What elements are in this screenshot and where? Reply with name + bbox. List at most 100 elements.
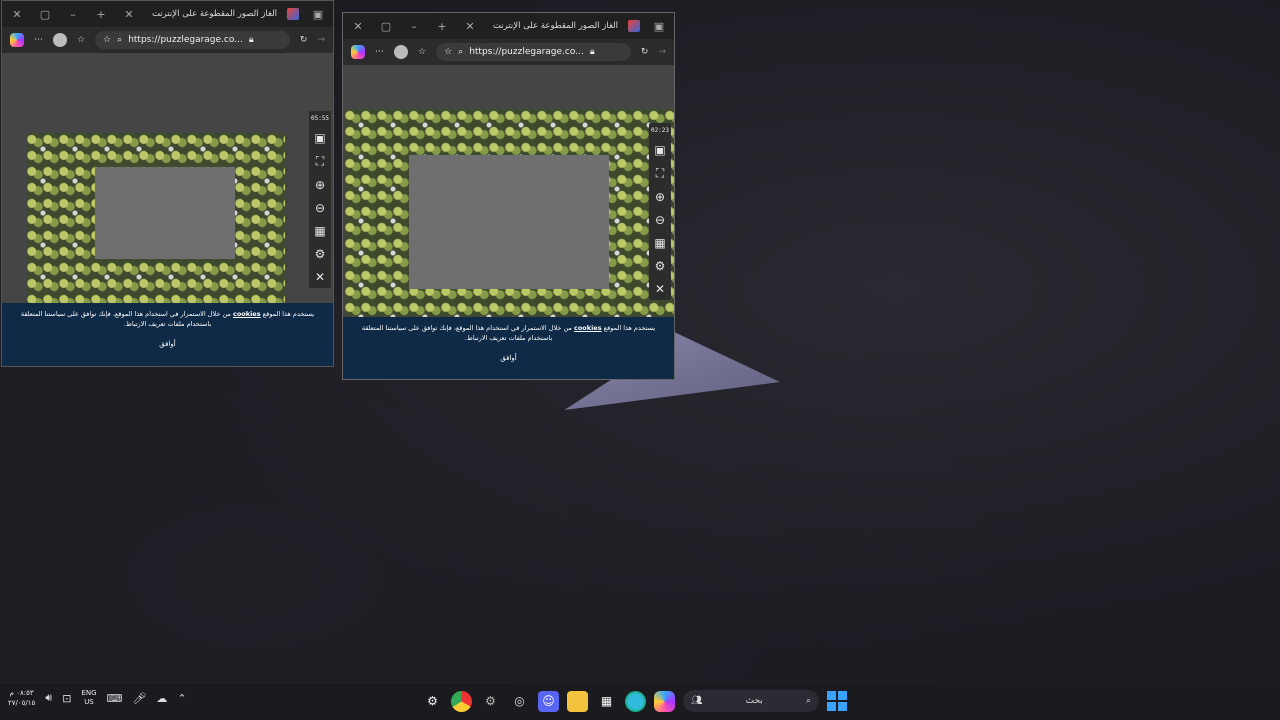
star-icon[interactable]: ☆ <box>103 35 111 45</box>
address-bar: ⋯ ☆ ☆ ⌕ https://puzzlegarage.co... 🔒︎ ↻ … <box>2 27 333 53</box>
tab-actions-icon[interactable]: ▣ <box>309 8 327 21</box>
refresh-icon[interactable]: ↻ <box>300 35 308 45</box>
settings-gear-icon[interactable]: ⚙ <box>315 247 326 261</box>
site-favicon-icon <box>287 8 299 20</box>
copilot-icon[interactable] <box>654 690 675 712</box>
star-icon[interactable]: ☆ <box>444 47 452 57</box>
grid-icon[interactable]: ▦ <box>314 224 325 238</box>
cookie-banner: يستخدم هذا الموقع cookies من خلال الاستم… <box>2 303 333 366</box>
taskbar-apps: ⚙ ⚙ ◎ ☺ ▦ 👥︎ بحث ⌕ <box>422 690 847 712</box>
copilot-icon[interactable] <box>351 45 365 59</box>
image-preview-icon[interactable]: ▣ <box>654 143 665 157</box>
tab-title[interactable]: ألغاز الصور المقطوعة على الإنترنت <box>148 9 277 19</box>
keyboard-icon[interactable]: ⌨ <box>107 692 123 705</box>
profile-icon[interactable] <box>394 45 408 59</box>
url-field[interactable]: ☆ ⌕ https://puzzlegarage.co... 🔒︎ <box>436 43 631 61</box>
maximize-icon[interactable]: ▢ <box>36 8 54 21</box>
puzzle-board[interactable] <box>95 167 235 259</box>
date-text: ٢٧/٠٥/١٥ <box>8 699 36 707</box>
address-bar: ⋯ ☆ ☆ ⌕ https://puzzlegarage.co... 🔒︎ ↻ … <box>343 39 674 65</box>
new-tab-icon[interactable]: + <box>92 8 110 21</box>
puzzle-toolbar: 02:23 ▣ ⛶ ⊕ ⊖ ▦ ⚙ ✕ <box>649 123 671 300</box>
grid-icon[interactable]: ▦ <box>654 236 665 250</box>
accept-cookies-button[interactable]: أوافق <box>492 351 525 365</box>
search-icon: ⌕ <box>117 35 123 45</box>
close-icon[interactable]: ✕ <box>315 270 325 284</box>
file-explorer-icon[interactable] <box>567 690 588 712</box>
store-icon[interactable]: ▦ <box>596 691 617 712</box>
title-bar: ✕ ▢ – + ✕ ألغاز الصور المقطوعة على الإنت… <box>2 1 333 27</box>
url-text: https://puzzlegarage.co... <box>469 47 584 57</box>
chevron-up-icon[interactable]: ⌃ <box>177 692 186 705</box>
search-icon: ⌕ <box>805 696 811 706</box>
copilot-icon[interactable] <box>10 33 24 47</box>
cookies-link[interactable]: cookies <box>233 310 261 318</box>
image-preview-icon[interactable]: ▣ <box>314 131 325 145</box>
forward-icon[interactable]: → <box>658 47 666 57</box>
edge-icon[interactable] <box>625 690 646 712</box>
cookies-link[interactable]: cookies <box>574 324 602 332</box>
language-indicator[interactable]: ENG US <box>81 689 96 707</box>
tab-actions-icon[interactable]: ▣ <box>650 20 668 33</box>
more-menu-icon[interactable]: ⋯ <box>375 47 384 57</box>
more-menu-icon[interactable]: ⋯ <box>34 35 43 45</box>
steam-icon[interactable]: ⚙ <box>422 691 443 712</box>
page-content: 05:55 ▣ ⛶ ⊕ ⊖ ▦ ⚙ ✕ يستخدم هذا الموقع co… <box>2 53 333 366</box>
browser-window-1[interactable]: ✕ ▢ – + ✕ ألغاز الصور المقطوعة على الإنت… <box>1 0 334 367</box>
zoom-out-icon[interactable]: ⊖ <box>655 213 665 227</box>
obs-icon[interactable]: ◎ <box>509 691 530 712</box>
refresh-icon[interactable]: ↻ <box>641 47 649 57</box>
minimize-icon[interactable]: – <box>405 20 423 33</box>
discord-icon[interactable]: ☺ <box>538 690 559 712</box>
taskbar: ٠٨:٥٣ م ٢٧/٠٥/١٥ 🔊︎ ⊡ ENG US ⌨ 🎤︎ ☁ ⌃ ⚙ … <box>0 684 1280 720</box>
lang-line-2: US <box>84 698 94 706</box>
puzzle-board[interactable] <box>409 155 609 289</box>
fullscreen-icon[interactable]: ⛶ <box>656 166 664 181</box>
browser-window-2[interactable]: ✕ ▢ – + ✕ ألغاز الصور المقطوعة على الإنت… <box>342 12 675 380</box>
close-tab-icon[interactable]: ✕ <box>120 8 138 21</box>
close-tab-icon[interactable]: ✕ <box>461 20 479 33</box>
profile-icon[interactable] <box>53 33 67 47</box>
search-icon: ⌕ <box>458 47 464 57</box>
fullscreen-icon[interactable]: ⛶ <box>316 154 324 169</box>
cookie-text: يستخدم هذا الموقع cookies من خلال الاستم… <box>20 310 315 328</box>
maximize-icon[interactable]: ▢ <box>377 20 395 33</box>
microphone-icon[interactable]: 🎤︎ <box>132 692 146 705</box>
zoom-out-icon[interactable]: ⊖ <box>315 201 325 215</box>
close-icon[interactable]: ✕ <box>655 282 665 296</box>
zoom-in-icon[interactable]: ⊕ <box>655 190 665 204</box>
clock[interactable]: ٠٨:٥٣ م ٢٧/٠٥/١٥ <box>8 688 35 708</box>
page-content: 02:23 ▣ ⛶ ⊕ ⊖ ▦ ⚙ ✕ يستخدم هذا الموقع co… <box>343 65 674 379</box>
lock-icon: 🔒︎ <box>248 35 254 45</box>
settings-gear-icon[interactable]: ⚙ <box>655 259 666 273</box>
settings-icon[interactable]: ⚙ <box>480 691 501 712</box>
taskbar-search[interactable]: 👥︎ بحث ⌕ <box>683 690 819 712</box>
url-field[interactable]: ☆ ⌕ https://puzzlegarage.co... 🔒︎ <box>95 31 290 49</box>
forward-icon[interactable]: → <box>317 35 325 45</box>
favorites-icon[interactable]: ☆ <box>77 35 85 45</box>
favorites-icon[interactable]: ☆ <box>418 47 426 57</box>
lock-icon: 🔒︎ <box>589 47 595 57</box>
site-favicon-icon <box>628 20 640 32</box>
system-tray: ٠٨:٥٣ م ٢٧/٠٥/١٥ 🔊︎ ⊡ ENG US ⌨ 🎤︎ ☁ ⌃ <box>8 688 187 708</box>
close-window-icon[interactable]: ✕ <box>8 8 26 21</box>
tab-title[interactable]: ألغاز الصور المقطوعة على الإنترنت <box>489 21 618 31</box>
title-bar: ✕ ▢ – + ✕ ألغاز الصور المقطوعة على الإنت… <box>343 13 674 39</box>
cloud-icon[interactable]: ☁ <box>156 692 167 705</box>
lang-line-1: ENG <box>81 689 97 697</box>
volume-icon[interactable]: 🔊︎ <box>45 691 52 705</box>
start-button[interactable] <box>827 691 847 711</box>
minimize-icon[interactable]: – <box>64 8 82 21</box>
chrome-icon[interactable] <box>451 690 472 712</box>
puzzle-toolbar: 05:55 ▣ ⛶ ⊕ ⊖ ▦ ⚙ ✕ <box>309 111 331 288</box>
network-icon[interactable]: ⊡ <box>62 692 71 705</box>
cookie-banner: يستخدم هذا الموقع cookies من خلال الاستم… <box>343 317 674 379</box>
close-window-icon[interactable]: ✕ <box>349 20 367 33</box>
time-text: ٠٨:٥٣ م <box>9 689 34 697</box>
zoom-in-icon[interactable]: ⊕ <box>315 178 325 192</box>
timer: 05:55 <box>310 115 330 122</box>
search-placeholder: بحث <box>745 696 763 706</box>
new-tab-icon[interactable]: + <box>433 20 451 33</box>
url-text: https://puzzlegarage.co... <box>128 35 243 45</box>
accept-cookies-button[interactable]: أوافق <box>151 337 184 351</box>
